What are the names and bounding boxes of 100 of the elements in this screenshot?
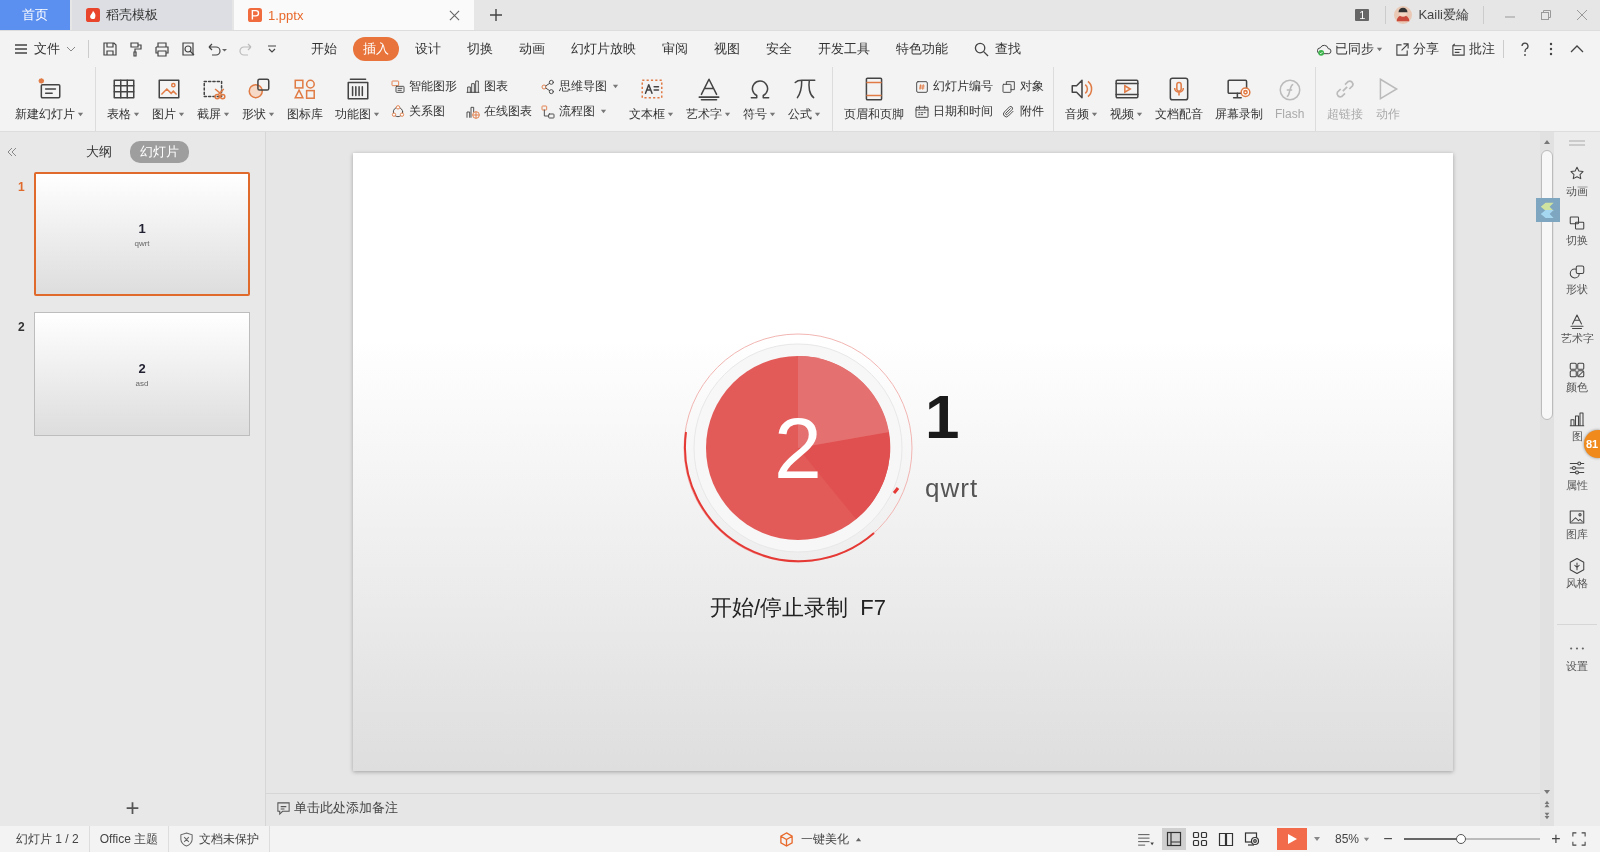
play-icon xyxy=(1285,833,1298,845)
new-tab-icon[interactable] xyxy=(490,9,502,21)
zoom-in-button[interactable]: + xyxy=(1548,830,1564,848)
comment-button[interactable]: 批注 xyxy=(1451,40,1495,58)
ribbon-button[interactable]: 文本框 xyxy=(624,73,679,125)
ribbon-button[interactable]: 艺术字 xyxy=(681,73,736,125)
ribbon-button[interactable]: 附件 xyxy=(1001,103,1044,120)
sidebar-button[interactable]: 形状 xyxy=(1566,263,1588,297)
ribbon-button[interactable]: 日期和时间 xyxy=(914,103,993,120)
view-button[interactable] xyxy=(1161,828,1186,850)
chevron-icon xyxy=(66,44,76,54)
print-icon[interactable] xyxy=(154,41,170,57)
collapse-panel-icon[interactable] xyxy=(6,147,18,157)
ribbon-button[interactable]: 流程图 xyxy=(540,103,619,120)
sync-button[interactable]: 已同步 xyxy=(1317,40,1383,58)
notes-field[interactable]: 单击此处添加备注 xyxy=(294,799,398,817)
ribbon-button[interactable]: 对象 xyxy=(1001,78,1044,95)
ribbon-button[interactable]: 符号 xyxy=(738,73,781,125)
zoom-slider-thumb[interactable] xyxy=(1456,834,1467,844)
sidebar-button[interactable]: 设置 xyxy=(1566,640,1588,674)
beautify-button[interactable]: 一键美化 xyxy=(779,830,863,848)
ribbon-button[interactable]: 页眉和页脚 xyxy=(839,73,909,125)
thumbnail-subtitle: qwrt xyxy=(134,238,150,248)
slide-subtitle[interactable]: qwrt xyxy=(925,473,979,504)
add-slide-button[interactable]: + xyxy=(125,794,140,822)
fit-window-icon[interactable] xyxy=(1570,832,1588,846)
menu-tab[interactable]: 切换 xyxy=(457,37,503,61)
print-preview-icon[interactable] xyxy=(180,41,196,57)
menu-tab[interactable]: 幻灯片放映 xyxy=(561,37,646,61)
menu-tab[interactable]: 特色功能 xyxy=(886,37,958,61)
save-icon[interactable] xyxy=(102,41,118,57)
menu-tab[interactable]: 开始 xyxy=(301,37,347,61)
scrollbar-thumb[interactable] xyxy=(1541,150,1553,420)
slide-thumbnail[interactable]: 1 qwrt xyxy=(34,172,250,296)
menu-tab[interactable]: 审阅 xyxy=(652,37,698,61)
slide-canvas[interactable]: 2 1 qwrt 开始/停止录制 F7 xyxy=(353,153,1453,771)
number-icon xyxy=(914,78,930,95)
avatar-icon[interactable] xyxy=(1394,6,1413,24)
file-menu[interactable]: 文件 xyxy=(10,40,80,58)
menu-tab[interactable]: 动画 xyxy=(509,37,555,61)
menu-tab[interactable]: 视图 xyxy=(704,37,750,61)
previous-slide-icon[interactable] xyxy=(1543,800,1551,808)
ribbon-button[interactable]: 截屏 xyxy=(192,73,235,125)
book-view-icon xyxy=(1217,831,1234,847)
zoom-slider[interactable] xyxy=(1404,833,1540,845)
menu-tab[interactable]: 设计 xyxy=(405,37,451,61)
caret-icon[interactable] xyxy=(1312,835,1321,843)
panel-tab[interactable]: 大纲 xyxy=(76,141,122,163)
brush-icon[interactable] xyxy=(128,41,144,57)
undo-icon[interactable] xyxy=(206,41,228,57)
sidebar-button[interactable]: 艺术字 xyxy=(1560,312,1594,346)
ribbon-button[interactable]: 图片 xyxy=(147,73,190,125)
slide-thumbnail[interactable]: 2 asd xyxy=(34,312,250,436)
ribbon-button[interactable]: 视频 xyxy=(1105,73,1148,125)
share-button[interactable]: 分享 xyxy=(1395,40,1439,58)
sidebar-button[interactable]: 图 xyxy=(1568,410,1586,444)
ribbon-button[interactable]: 表格 xyxy=(102,73,145,125)
drag-handle-icon[interactable] xyxy=(1569,140,1585,146)
theme-name[interactable]: Office 主题 xyxy=(89,826,170,852)
sidebar-button[interactable]: 风格 xyxy=(1566,557,1588,591)
slideshow-button[interactable] xyxy=(1276,828,1307,850)
sidebar-button[interactable]: 图库 xyxy=(1566,508,1588,542)
ribbon-button[interactable]: 图表 xyxy=(465,78,532,95)
notes-toggle-icon[interactable] xyxy=(1136,832,1155,846)
ribbon-button[interactable]: 形状 xyxy=(237,73,280,125)
menu-tab[interactable]: 安全 xyxy=(756,37,802,61)
ribbon-button[interactable]: 智能图形 xyxy=(390,78,457,95)
hexagon-icon xyxy=(1568,557,1586,575)
slide-title[interactable]: 1 xyxy=(925,381,960,452)
ribbon-button[interactable]: 幻灯片编号 xyxy=(914,78,993,95)
window-count-badge[interactable]: 1 xyxy=(1355,9,1370,21)
sidebar-button[interactable]: 切换 xyxy=(1566,214,1588,248)
countdown-number: 2 xyxy=(774,405,822,491)
sidebar-button[interactable]: 属性 xyxy=(1566,459,1588,493)
ribbon-button[interactable]: 功能图 xyxy=(330,73,385,125)
ribbon-button[interactable]: 图标库 xyxy=(282,73,328,125)
scroll-up-icon[interactable] xyxy=(1543,138,1551,146)
menu-tab[interactable]: 开发工具 xyxy=(808,37,880,61)
scroll-down-icon[interactable] xyxy=(1543,788,1551,796)
more-icon xyxy=(1568,646,1586,651)
ribbon-button[interactable]: 公式 xyxy=(783,73,826,125)
next-slide-icon[interactable] xyxy=(1543,812,1551,820)
sidebar-button[interactable]: 颜色 xyxy=(1566,361,1588,395)
close-icon[interactable] xyxy=(449,9,460,21)
note-icon xyxy=(276,800,291,816)
ribbon-button[interactable]: 在线图表 xyxy=(465,103,532,120)
document-tab[interactable]: 稻壳模板 xyxy=(72,0,232,30)
zoom-out-button[interactable]: − xyxy=(1380,830,1396,848)
ribbon-button[interactable]: 文档配音 xyxy=(1150,73,1208,125)
sidebar-button[interactable]: 动画 xyxy=(1566,165,1588,199)
ribbon-button[interactable]: 屏幕录制 xyxy=(1210,73,1268,125)
user-name[interactable]: Kaili爱綸 xyxy=(1418,6,1469,24)
zoom-dropdown[interactable]: 85% xyxy=(1334,832,1370,846)
ribbon-button[interactable]: 思维导图 xyxy=(540,78,619,95)
slide-number: 2 xyxy=(18,319,26,336)
protection-status[interactable]: 文档未保护 xyxy=(169,826,271,852)
search-button[interactable]: 查找 xyxy=(964,37,1031,61)
ribbon-button[interactable]: 音频 xyxy=(1060,73,1103,125)
ribbon-button[interactable]: 关系图 xyxy=(390,103,457,120)
ribbon-button[interactable]: 新建幻灯片 xyxy=(10,73,89,125)
